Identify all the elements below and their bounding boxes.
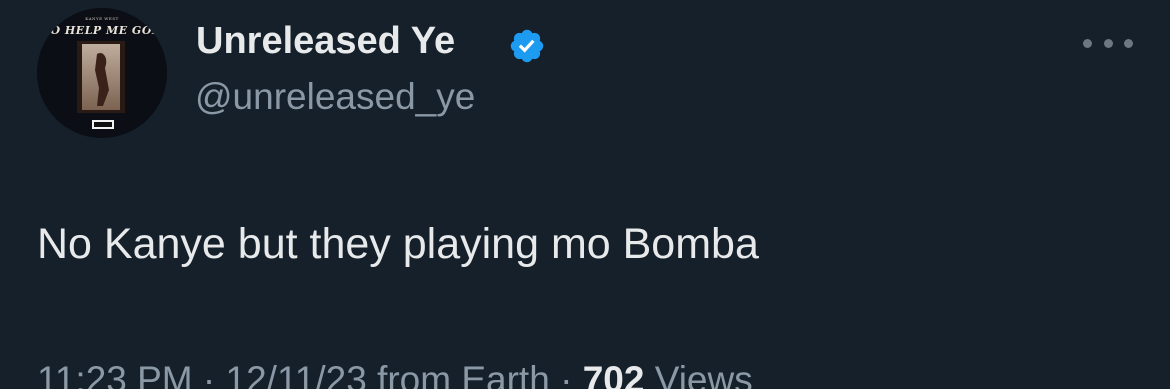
dot-icon [1103,38,1113,48]
meta-separator: · [202,359,216,389]
avatar[interactable]: KANYE WEST SO HELP ME GOD [37,8,167,138]
tweet-meta: 11:23 PM · 12/11/23 from Earth · 702 Vie… [37,359,753,389]
views-count[interactable]: 702 [583,359,645,389]
views-label[interactable]: Views [655,359,753,389]
verified-badge-icon [510,29,544,63]
meta-separator: · [560,359,573,389]
tweet-text: No Kanye but they playing mo Bomba [37,220,759,268]
dot-icon [1124,38,1133,48]
tweet-source: from Earth [377,359,550,389]
tweet-date[interactable]: 12/11/23 [226,359,367,389]
user-handle[interactable]: @unreleased_ye [195,76,475,118]
tweet-time[interactable]: 11:23 PM [37,359,193,389]
dot-icon [1083,38,1092,48]
avatar-artist-text: KANYE WEST [85,16,119,21]
more-options-icon[interactable] [1083,30,1133,56]
avatar-album-title: SO HELP ME GOD [42,24,162,37]
display-name[interactable]: Unreleased Ye [196,20,455,63]
